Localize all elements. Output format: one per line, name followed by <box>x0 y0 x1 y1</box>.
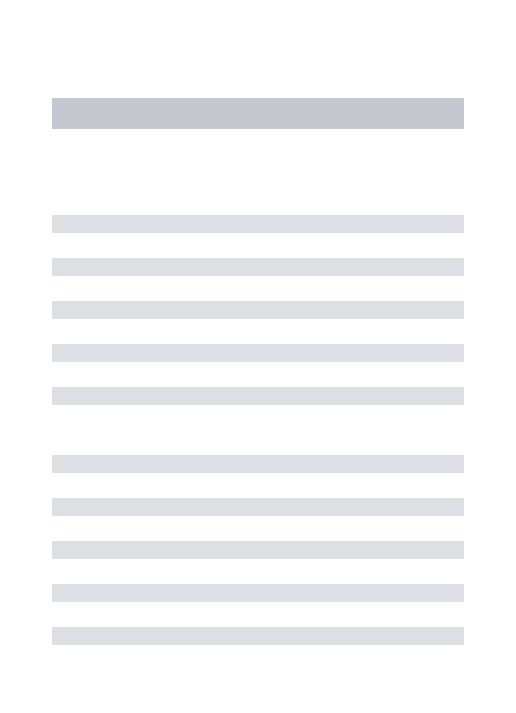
skeleton-line <box>52 541 464 559</box>
skeleton-header <box>52 98 464 129</box>
skeleton-line <box>52 387 464 405</box>
skeleton-container <box>0 0 516 645</box>
skeleton-line <box>52 627 464 645</box>
skeleton-group-1 <box>52 215 464 405</box>
skeleton-line <box>52 584 464 602</box>
skeleton-line <box>52 344 464 362</box>
skeleton-line <box>52 258 464 276</box>
skeleton-line <box>52 455 464 473</box>
skeleton-line <box>52 498 464 516</box>
skeleton-line <box>52 301 464 319</box>
skeleton-line <box>52 215 464 233</box>
skeleton-group-2 <box>52 455 464 645</box>
